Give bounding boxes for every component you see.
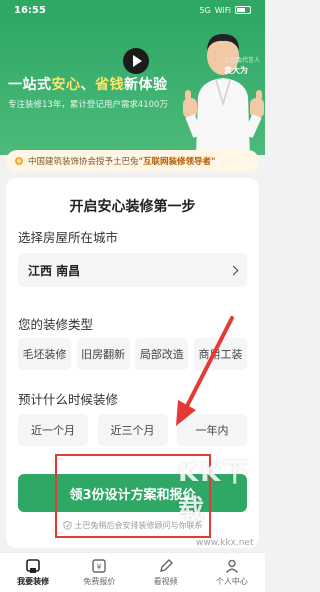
type-label: 您的装修类型: [18, 317, 94, 332]
status-time: 16:55: [14, 4, 46, 16]
nav-item-video[interactable]: 看视频: [133, 553, 199, 592]
pencil-icon: [159, 559, 173, 572]
city-select[interactable]: 江西 南昌: [18, 253, 247, 287]
certification-text: 中国建筑装饰协会授予土巴兔: [28, 157, 139, 167]
svg-text:¥: ¥: [97, 563, 102, 572]
nav-item-renovate[interactable]: 我要装修: [0, 553, 66, 592]
nav-item-profile[interactable]: 个人中心: [199, 553, 265, 592]
type-option-commercial[interactable]: 商用工装: [193, 338, 247, 370]
city-label: 选择房屋所在城市: [18, 230, 119, 245]
status-icons: 5G WiFi: [199, 5, 251, 15]
quote-icon: ¥: [92, 559, 107, 573]
type-option-rough[interactable]: 毛坯装修: [18, 338, 71, 370]
type-option-partial[interactable]: 局部改造: [135, 338, 189, 370]
type-option-renovate[interactable]: 旧房翻新: [76, 338, 130, 370]
spokesperson-name: 袁大为: [224, 66, 248, 75]
spokesperson-label: 土巴兔代言人: [224, 57, 261, 64]
chevron-right-icon: [228, 265, 239, 275]
bottom-nav: 我要装修 ¥ 免费报价 看视频 个人中心: [0, 552, 265, 592]
user-icon: [225, 559, 238, 573]
time-option-1year[interactable]: 一年内: [177, 414, 247, 446]
spokesperson-image: [183, 34, 264, 155]
renovate-icon: [26, 559, 40, 573]
hero-title: 一站式安心、省钱新体验: [8, 77, 168, 93]
time-option-1month[interactable]: 近一个月: [18, 414, 88, 446]
form-title: 开启安心装修第一步: [69, 199, 196, 215]
time-option-3months[interactable]: 近三个月: [97, 414, 168, 446]
time-options: 近一个月 近三个月 一年内: [18, 414, 247, 446]
play-video-icon[interactable]: [123, 48, 149, 74]
hero-banner[interactable]: 一站式安心、省钱新体验 专注装修13年，累计登记用户需求4100万 土巴兔代言人…: [0, 20, 265, 155]
city-value: 江西 南昌: [28, 263, 81, 278]
certification-banner: 中国建筑装饰协会授予土巴兔 "互联网装修领导者": [6, 150, 259, 172]
battery-icon: [235, 6, 251, 14]
status-bar: 16:55 5G WiFi: [0, 0, 265, 20]
hero-subtitle: 专注装修13年，累计登记用户需求4100万: [8, 100, 168, 110]
annotation-highlight-box: [55, 454, 211, 538]
medal-icon: [15, 157, 23, 165]
wifi-icon: WiFi: [214, 5, 231, 15]
signal-icon: 5G: [199, 5, 211, 15]
certification-highlight: "互联网装修领导者": [138, 157, 216, 167]
nav-item-quote[interactable]: ¥ 免费报价: [66, 553, 132, 592]
time-label: 预计什么时候装修: [18, 392, 119, 407]
type-options: 毛坯装修 旧房翻新 局部改造 商用工装: [18, 338, 247, 370]
